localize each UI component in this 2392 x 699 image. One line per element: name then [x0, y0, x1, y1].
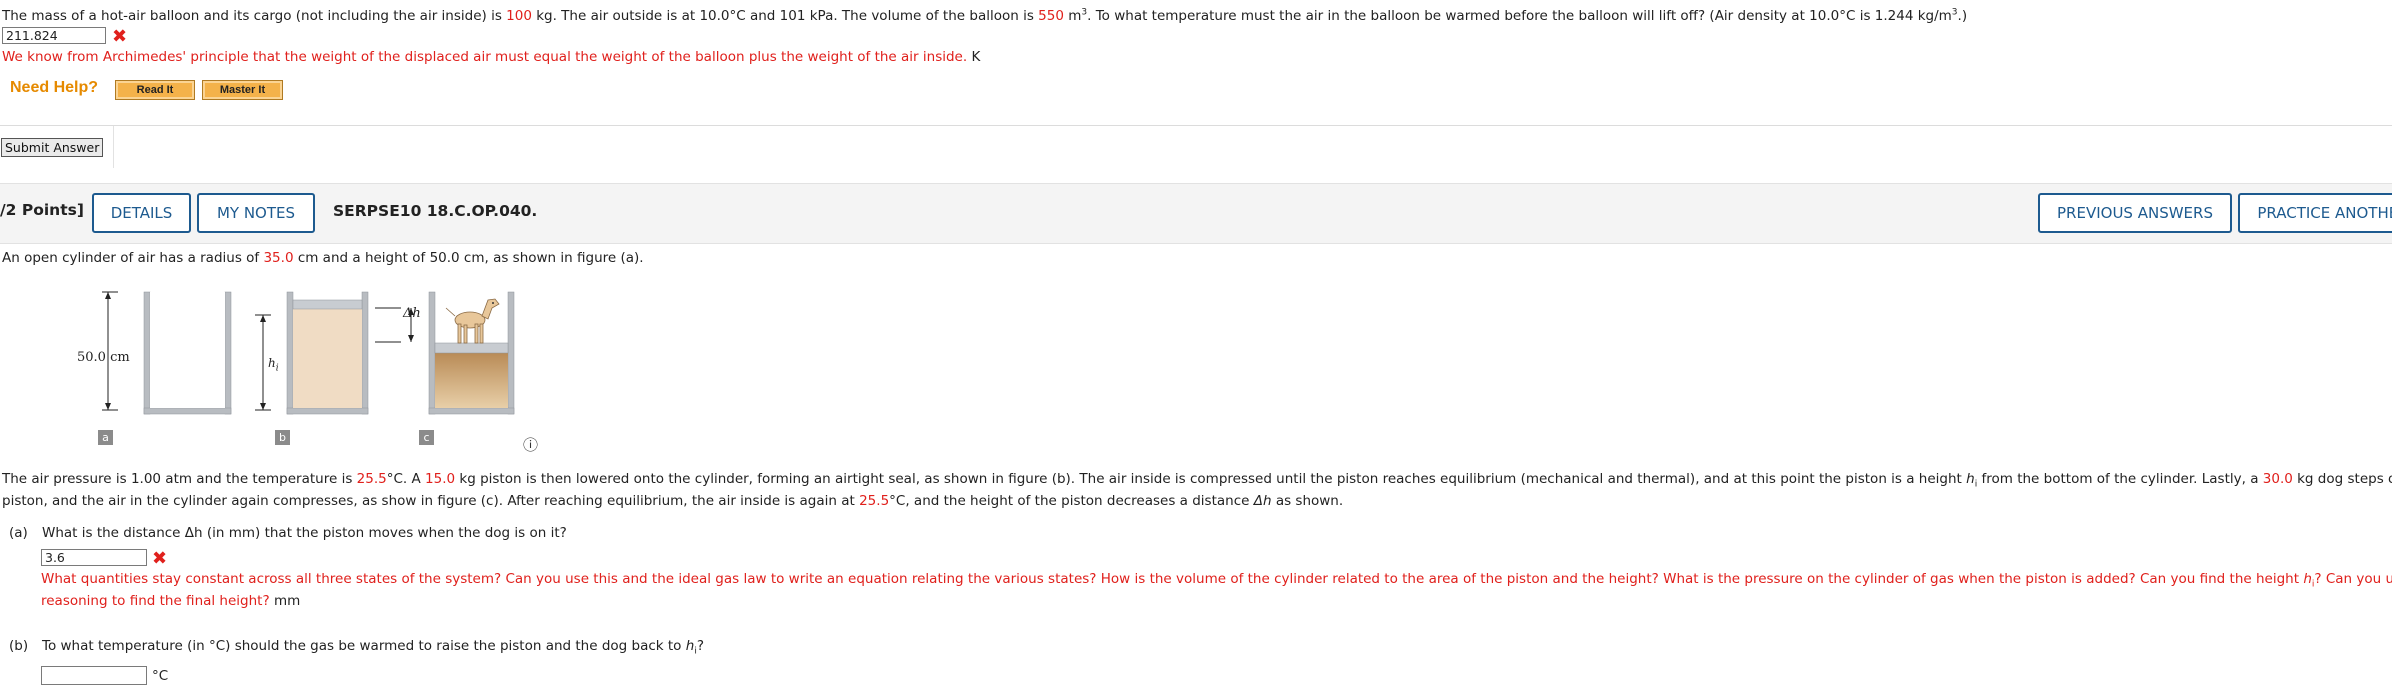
cylinder-diagram	[102, 291, 515, 415]
previous-answers-button[interactable]: PREVIOUS ANSWERS	[2038, 193, 2232, 233]
part-a-feedback-line2: reasoning to find the final height? mm	[41, 593, 301, 609]
divider	[0, 125, 2392, 126]
part-b-question: To what temperature (in °C) should the g…	[42, 638, 704, 657]
q1-prompt: The mass of a hot-air balloon and its ca…	[2, 7, 1968, 24]
hi-label: hi	[268, 356, 279, 374]
q2-paragraph-line1: The air pressure is 1.00 atm and the tem…	[2, 471, 2392, 490]
part-a-unit: mm	[273, 593, 301, 609]
incorrect-icon: ✖	[152, 548, 168, 569]
dog-illustration	[445, 298, 500, 344]
incorrect-icon: ✖	[112, 26, 128, 47]
master-it-button[interactable]: Master It	[202, 80, 283, 100]
figure-label-c: c	[419, 430, 434, 445]
figure-b-cylinder	[255, 291, 369, 415]
details-button[interactable]: DETAILS	[92, 193, 191, 233]
q2-intro: An open cylinder of air has a radius of …	[2, 250, 644, 266]
part-b-label: (b)	[9, 638, 29, 654]
part-a-feedback-line1: What quantities stay constant across all…	[41, 571, 2392, 590]
part-a-question: What is the distance Δh (in mm) that the…	[42, 525, 567, 541]
q2-paragraph-line2: piston, and the air in the cylinder agai…	[2, 493, 1344, 509]
submit-answer-button[interactable]: Submit Answer	[1, 138, 104, 157]
cylinder-figure: 50.0 cm hi Δh	[75, 282, 555, 457]
q1-answer-input[interactable]: 211.824	[2, 27, 106, 44]
part-b-answer-input[interactable]	[41, 666, 147, 685]
divider	[113, 126, 114, 168]
need-help-label: Need Help?	[10, 79, 99, 96]
figure-label-b: b	[275, 430, 290, 445]
q1-feedback: We know from Archimedes' principle that …	[2, 49, 981, 65]
points-label: /2 Points]	[0, 201, 84, 219]
q1-unit: K	[971, 49, 981, 65]
part-a-answer-input[interactable]: 3.6	[41, 549, 147, 566]
part-b-unit: °C	[152, 668, 169, 684]
my-notes-button[interactable]: MY NOTES	[197, 193, 315, 233]
figure-c-cylinder	[375, 291, 515, 415]
info-icon[interactable]: ⓘ	[523, 434, 538, 455]
question-code: SERPSE10 18.C.OP.040.	[333, 202, 538, 220]
read-it-button[interactable]: Read It	[115, 80, 195, 100]
practice-another-button[interactable]: PRACTICE ANOTHER	[2238, 193, 2392, 233]
delta-h-label: Δh	[403, 306, 421, 321]
part-a-label: (a)	[9, 525, 28, 541]
figure-label-a: a	[98, 430, 113, 445]
height-label: 50.0 cm	[77, 350, 130, 365]
